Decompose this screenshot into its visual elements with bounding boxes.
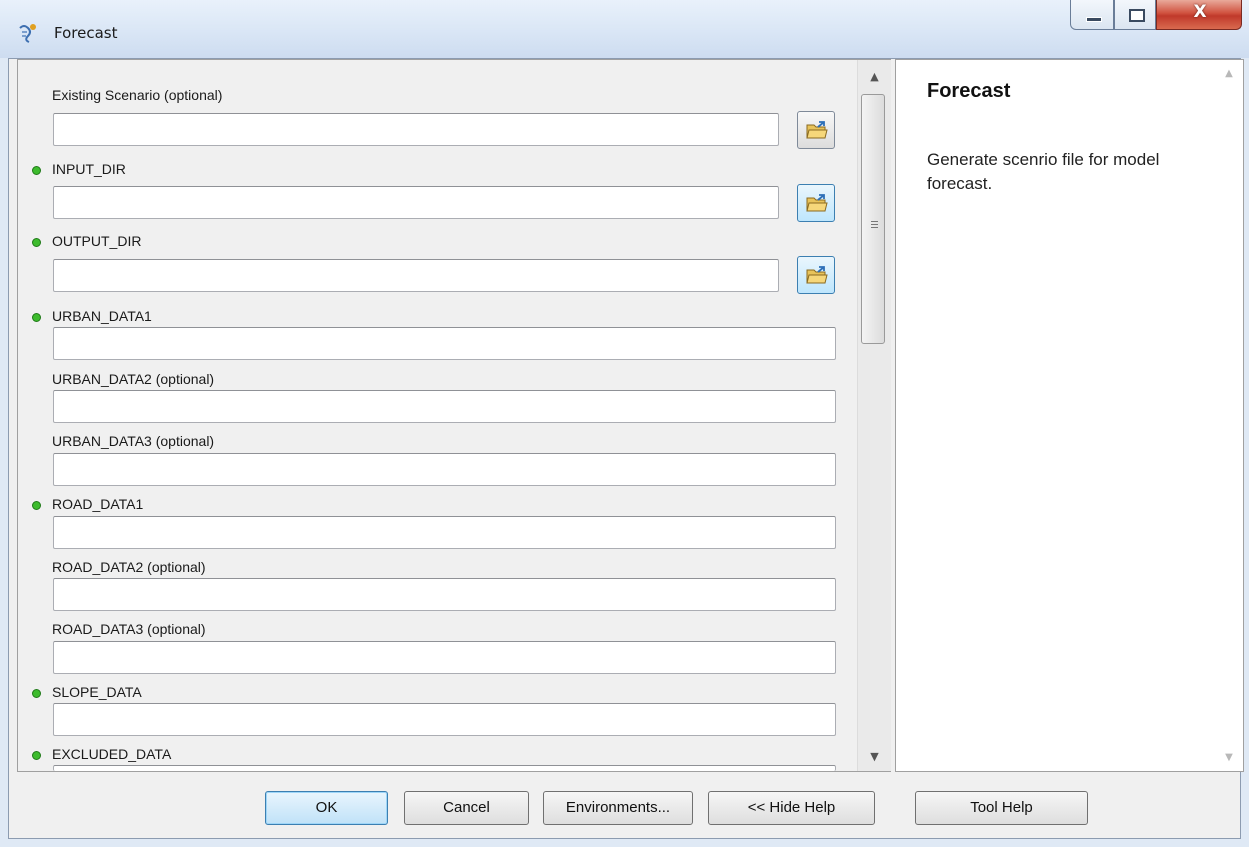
- required-indicator-icon: [32, 313, 41, 322]
- minimize-button[interactable]: [1070, 0, 1114, 30]
- required-indicator-icon: [32, 689, 41, 698]
- input-dir-input[interactable]: [53, 186, 779, 219]
- help-description: Generate scenrio file for model forecast…: [927, 150, 1160, 193]
- urban-data3-input[interactable]: [53, 453, 836, 486]
- field-label-slope-data: SLOPE_DATA: [52, 684, 142, 700]
- field-label-road-data3: ROAD_DATA3 (optional): [52, 621, 206, 637]
- field-label-road-data1: ROAD_DATA1: [52, 496, 144, 512]
- field-label-urban-data2: URBAN_DATA2 (optional): [52, 371, 215, 387]
- required-indicator-icon: [32, 501, 41, 510]
- field-label-urban-data1: URBAN_DATA1: [52, 308, 152, 324]
- field-label-input-dir: INPUT_DIR: [52, 161, 126, 177]
- field-label-excluded-data: EXCLUDED_DATA: [52, 746, 172, 762]
- urban-data1-input[interactable]: [53, 327, 836, 360]
- output-dir-browse-button[interactable]: [797, 256, 835, 294]
- field-label-output-dir: OUTPUT_DIR: [52, 233, 142, 249]
- input-dir-browse-button[interactable]: [797, 184, 835, 222]
- environments-button[interactable]: Environments...: [543, 791, 693, 825]
- field-label-road-data2: ROAD_DATA2 (optional): [52, 559, 206, 575]
- scroll-up-arrow-icon[interactable]: ▲: [1219, 68, 1239, 88]
- existing-scenario-input[interactable]: [53, 113, 779, 146]
- help-scrollbar[interactable]: ▲ ▼: [1219, 68, 1239, 763]
- slope-data-input[interactable]: [53, 703, 836, 736]
- title-bar: Forecast X: [0, 0, 1249, 58]
- road-data3-input[interactable]: [53, 641, 836, 674]
- maximize-button[interactable]: [1114, 0, 1156, 30]
- hide-help-button[interactable]: << Hide Help: [708, 791, 875, 825]
- window-title: Forecast: [54, 24, 118, 42]
- scroll-thumb[interactable]: [861, 94, 885, 344]
- forecast-dialog: Forecast X Existing Scenario (optional) …: [0, 0, 1249, 847]
- script-tool-icon: [19, 24, 36, 43]
- scroll-down-arrow-icon[interactable]: ▼: [1219, 752, 1239, 772]
- field-label-urban-data3: URBAN_DATA3 (optional): [52, 433, 215, 449]
- road-data2-input[interactable]: [53, 578, 836, 611]
- scroll-grip-icon: [871, 221, 878, 222]
- field-label-existing-scenario: Existing Scenario (optional): [52, 87, 223, 103]
- close-button[interactable]: X: [1156, 0, 1242, 30]
- urban-data2-input[interactable]: [53, 390, 836, 423]
- existing-scenario-browse-button[interactable]: [797, 111, 835, 149]
- scroll-up-arrow-icon[interactable]: ▲: [858, 64, 891, 90]
- cancel-button[interactable]: Cancel: [404, 791, 529, 825]
- parameters-scrollbar[interactable]: ▲ ▼: [857, 60, 891, 771]
- required-indicator-icon: [32, 238, 41, 247]
- open-folder-icon: [806, 194, 828, 212]
- close-icon: X: [1193, 2, 1207, 22]
- help-title: Forecast: [927, 80, 1011, 102]
- road-data1-input[interactable]: [53, 516, 836, 549]
- tool-help-button[interactable]: Tool Help: [915, 791, 1088, 825]
- open-folder-icon: [806, 266, 828, 284]
- output-dir-input[interactable]: [53, 259, 779, 292]
- required-indicator-icon: [32, 166, 41, 175]
- help-pane: Forecast Generate scenrio file for model…: [895, 59, 1244, 772]
- open-folder-icon: [806, 121, 828, 139]
- scroll-down-arrow-icon[interactable]: ▼: [858, 744, 891, 770]
- excluded-data-input[interactable]: [53, 765, 836, 771]
- ok-button[interactable]: OK: [265, 791, 388, 825]
- required-indicator-icon: [32, 751, 41, 760]
